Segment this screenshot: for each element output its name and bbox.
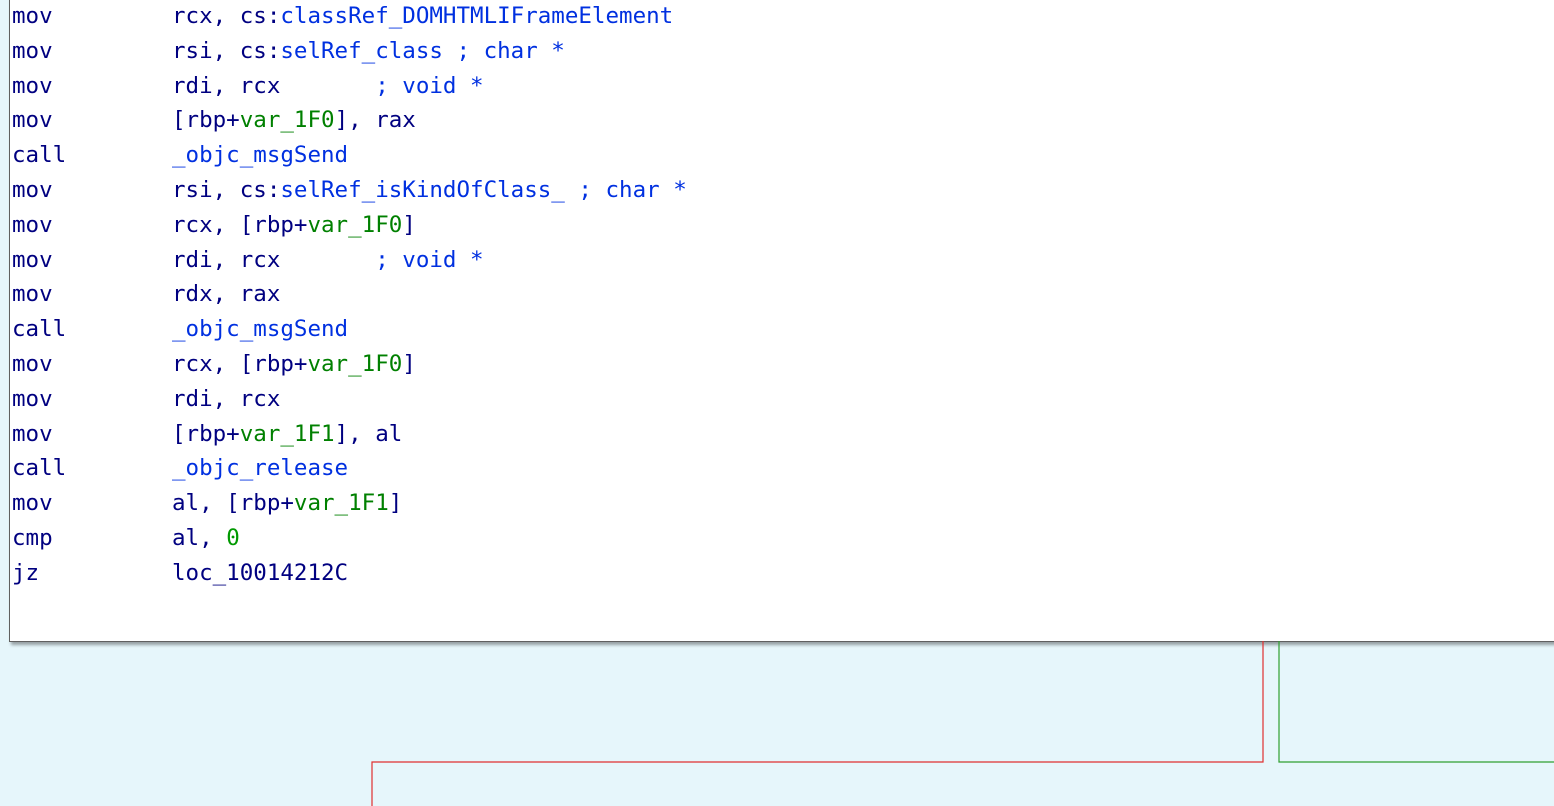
branch-edge-true[interactable] [1278, 641, 1554, 763]
flow-edges [371, 641, 1554, 806]
branch-edge-false[interactable] [371, 641, 1264, 806]
